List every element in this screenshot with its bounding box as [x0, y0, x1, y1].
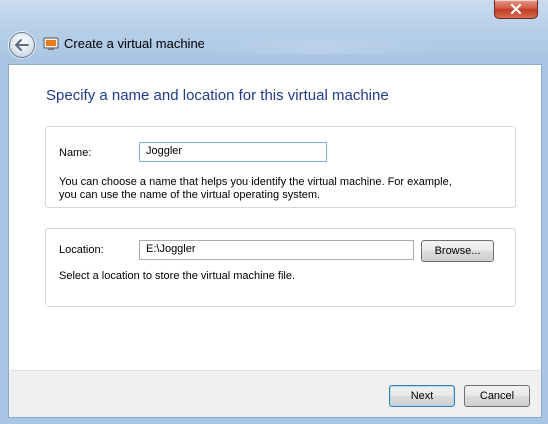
content-panel: Specify a name and location for this vir…: [8, 64, 542, 371]
background-window-ghost: [200, 40, 440, 54]
page-heading: Specify a name and location for this vir…: [46, 87, 389, 104]
name-group: Name: Joggler You can choose a name that…: [45, 126, 516, 208]
name-label: Name:: [59, 147, 92, 159]
location-field[interactable]: E:\Joggler: [139, 240, 414, 260]
window-frame: Create a virtual machine Specify a name …: [0, 0, 548, 424]
footer-bar: Next Cancel: [8, 370, 542, 418]
window-close-button[interactable]: [494, 0, 538, 19]
name-help-line2: you can use the name of the virtual oper…: [59, 189, 321, 201]
next-button[interactable]: Next: [389, 385, 455, 407]
location-help-text: Select a location to store the virtual m…: [59, 270, 296, 282]
close-icon: [510, 4, 522, 14]
location-group: Location: E:\Joggler Browse... Select a …: [45, 228, 516, 307]
back-arrow-icon: [15, 39, 29, 51]
cancel-button[interactable]: Cancel: [464, 385, 530, 407]
name-help-line1: You can choose a name that helps you ide…: [59, 176, 452, 188]
browse-button[interactable]: Browse...: [421, 240, 494, 262]
name-field[interactable]: Joggler: [139, 142, 327, 162]
virtual-machine-icon: [43, 36, 59, 50]
back-button[interactable]: [9, 32, 35, 58]
name-help-text: You can choose a name that helps you ide…: [59, 176, 499, 202]
location-label: Location:: [59, 244, 104, 256]
window-title: Create a virtual machine: [64, 36, 205, 51]
